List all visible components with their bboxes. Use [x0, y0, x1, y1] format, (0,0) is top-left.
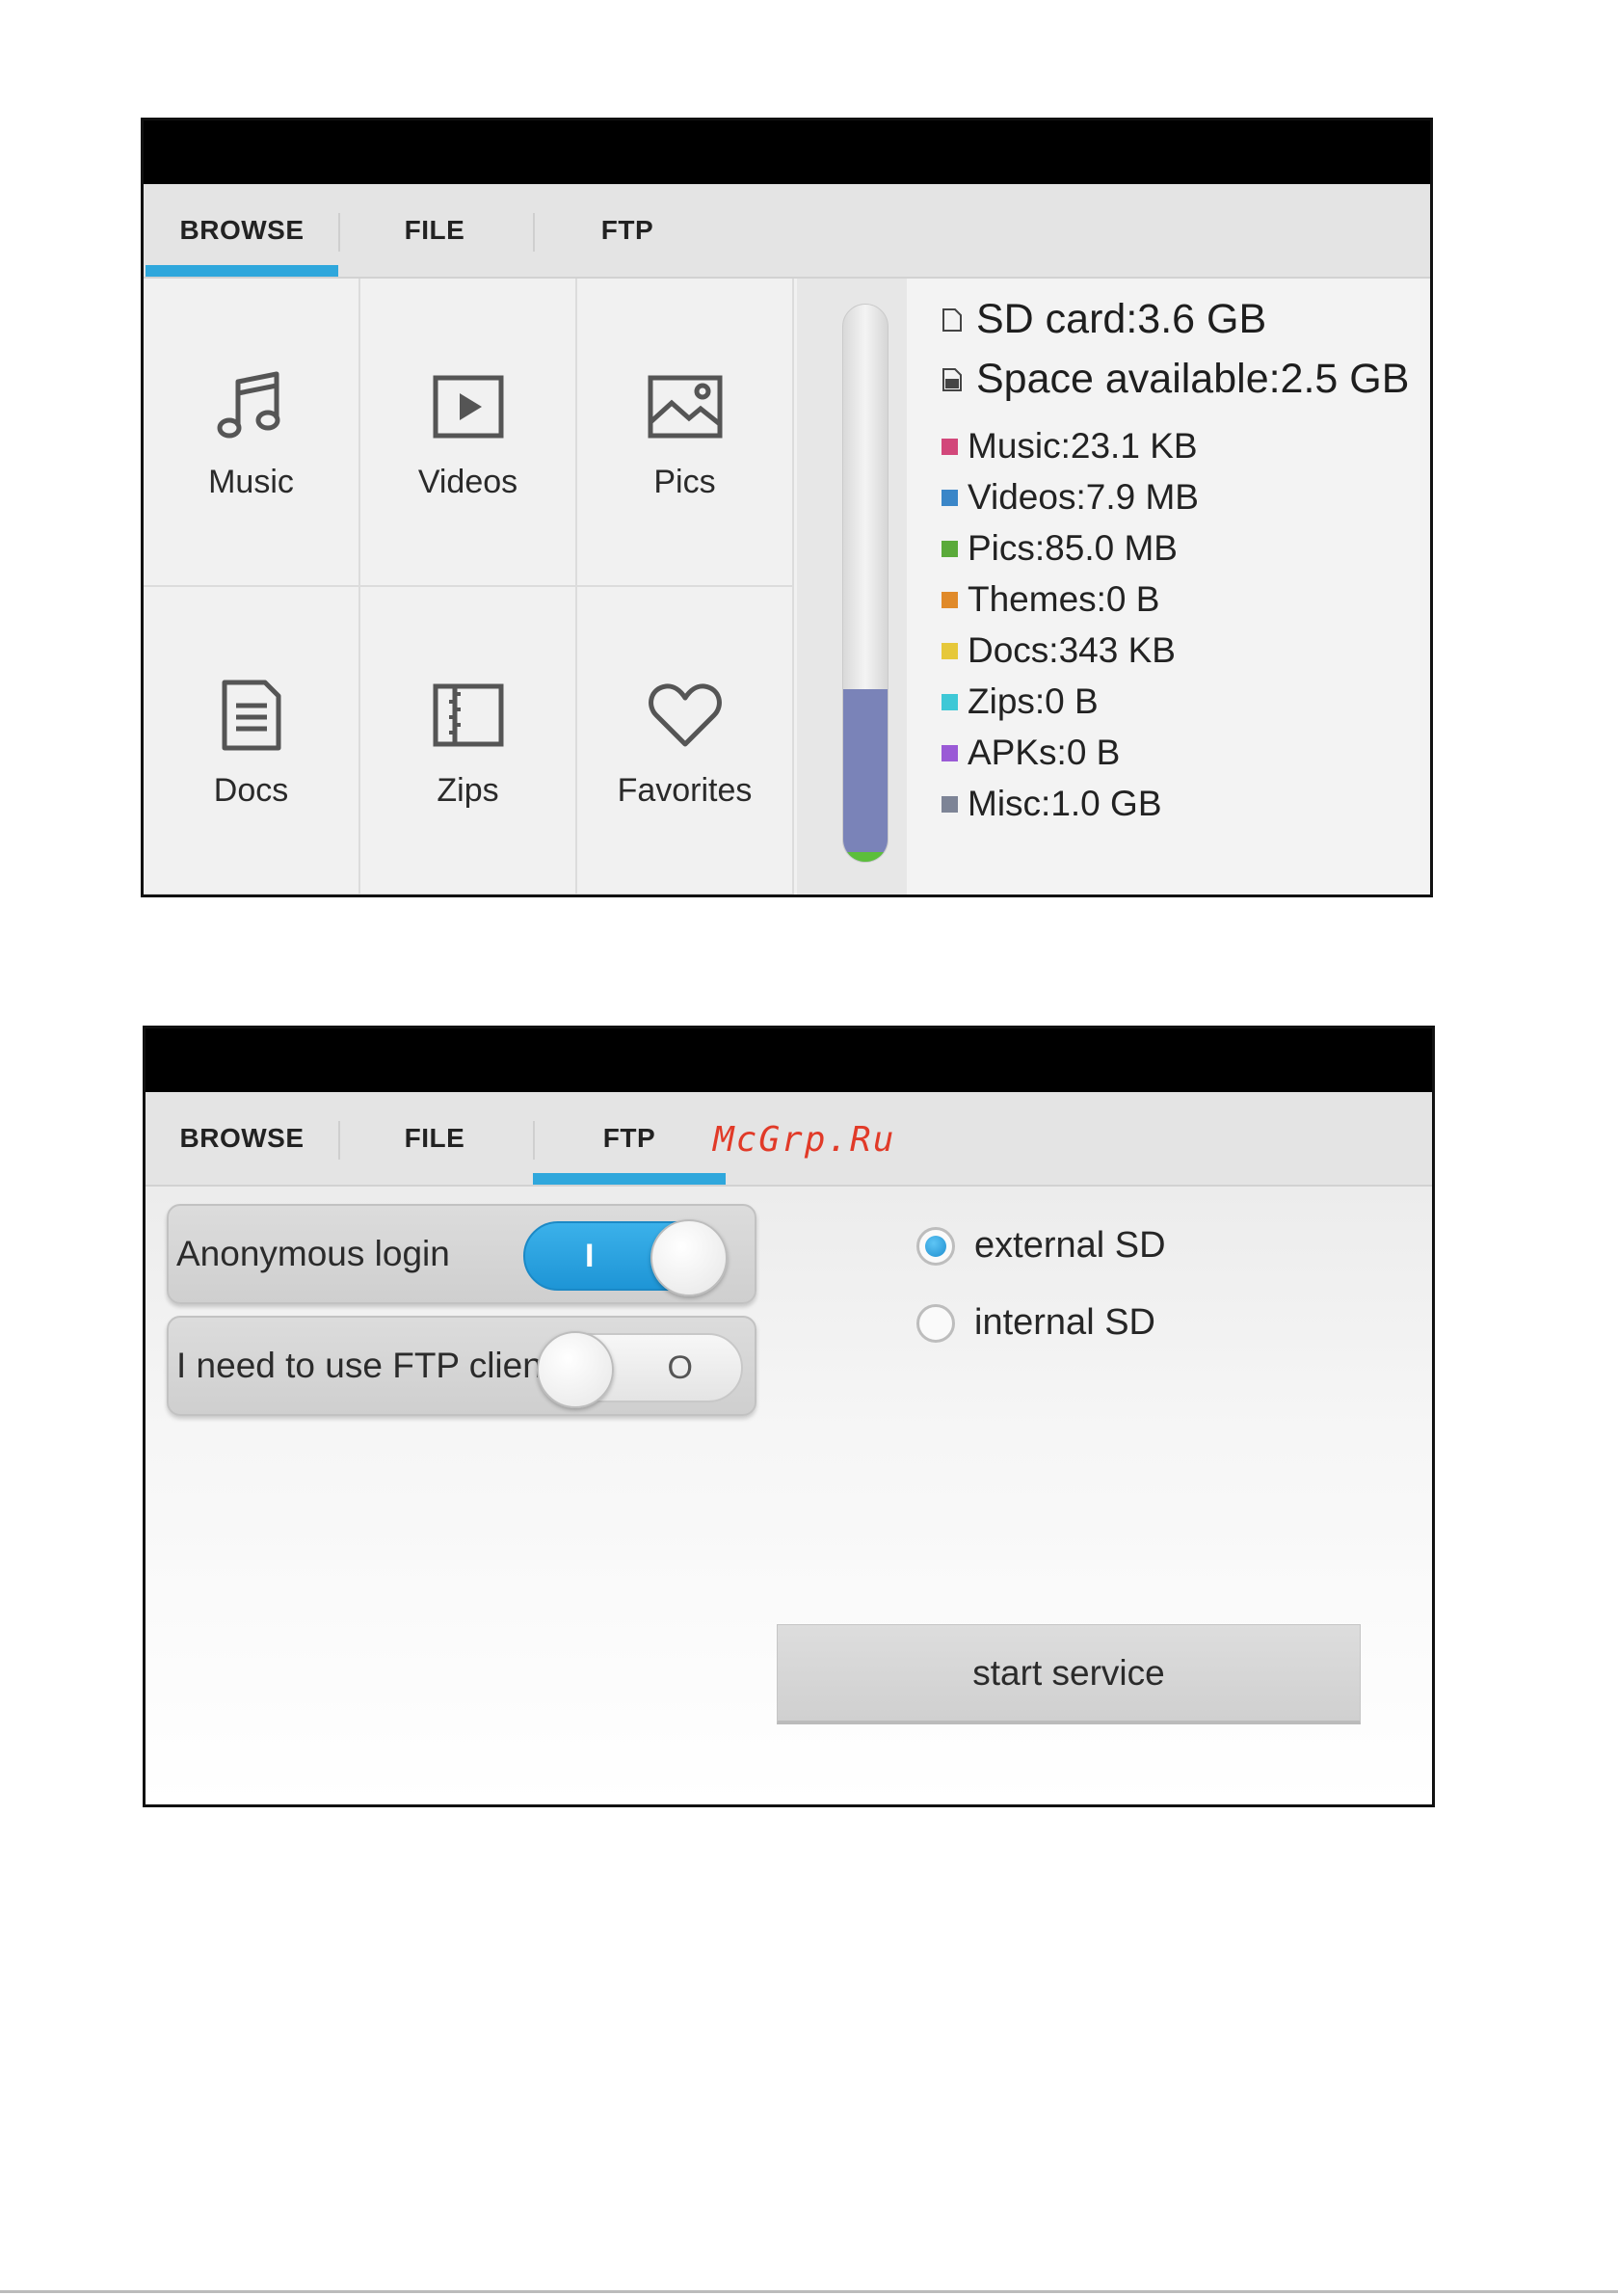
- tab-ftp[interactable]: FTP: [533, 1092, 726, 1185]
- breakdown-label: APKs:0 B: [968, 733, 1121, 772]
- category-grid: Music Videos Pics Docs Zips Favorites: [144, 279, 797, 894]
- ftp-client-switch[interactable]: O: [537, 1331, 743, 1408]
- legend-swatch: [942, 744, 958, 761]
- category-label: Pics: [653, 463, 716, 500]
- storage-usage-bar: [842, 304, 889, 863]
- breakdown-item-misc: Misc:1.0 GB: [942, 784, 1162, 824]
- legend-swatch: [942, 693, 958, 710]
- category-pics[interactable]: Pics: [577, 279, 794, 587]
- anonymous-login-label: Anonymous login: [176, 1234, 450, 1273]
- document-icon: [208, 672, 295, 759]
- tab-ftp[interactable]: FTP: [531, 184, 724, 277]
- picture-icon: [642, 363, 729, 450]
- switch-knob[interactable]: [650, 1219, 728, 1296]
- breakdown-label: Music:23.1 KB: [968, 426, 1198, 466]
- page-bottom-rule: [0, 2290, 1618, 2293]
- ftp-settings-panel: Anonymous login I I need to use FTP clie…: [146, 1187, 1432, 1804]
- space-available-row: Space available:2.5 GB: [942, 356, 1409, 403]
- category-docs[interactable]: Docs: [144, 587, 360, 894]
- category-label: Music: [208, 463, 294, 500]
- switch-knob[interactable]: [537, 1331, 614, 1408]
- radio-button[interactable]: [916, 1303, 955, 1343]
- legend-swatch: [942, 795, 958, 813]
- category-favorites[interactable]: Favorites: [577, 587, 794, 894]
- breakdown-label: Pics:85.0 MB: [968, 528, 1178, 568]
- switch-on-mark: I: [585, 1237, 595, 1274]
- start-service-button[interactable]: start service: [777, 1624, 1361, 1724]
- browse-screenshot: BROWSE FILE FTP Music Videos Pics Docs Z…: [141, 118, 1433, 897]
- ftp-client-label: I need to use FTP client: [176, 1346, 553, 1385]
- video-icon: [425, 363, 512, 450]
- breakdown-label: Videos:7.9 MB: [968, 477, 1199, 517]
- sd-card-row: SD card:3.6 GB: [942, 296, 1266, 343]
- category-music[interactable]: Music: [144, 279, 360, 587]
- tab-file[interactable]: FILE: [338, 1092, 531, 1185]
- category-label: Videos: [417, 463, 518, 500]
- breakdown-item-videos: Videos:7.9 MB: [942, 477, 1199, 518]
- storage-info: SD card:3.6 GB Space available:2.5 GB Mu…: [907, 279, 1430, 894]
- tab-bar: BROWSE FILE FTP: [144, 184, 1430, 279]
- legend-swatch: [942, 438, 958, 455]
- anonymous-login-switch[interactable]: I: [523, 1219, 728, 1296]
- legend-swatch: [942, 591, 958, 608]
- radio-label: external SD: [974, 1225, 1166, 1266]
- radio-external-sd[interactable]: external SD: [916, 1225, 1166, 1267]
- anonymous-login-row: Anonymous login I: [167, 1204, 756, 1304]
- status-bar: [144, 120, 1430, 184]
- storage-gauge-column: [797, 279, 907, 894]
- breakdown-label: Docs:343 KB: [968, 630, 1176, 670]
- storage-usage-fill: [843, 688, 888, 862]
- sd-card-text: SD card:3.6 GB: [976, 296, 1267, 342]
- zip-icon: [425, 672, 512, 759]
- radio-internal-sd[interactable]: internal SD: [916, 1302, 1155, 1344]
- breakdown-item-themes: Themes:0 B: [942, 579, 1159, 620]
- category-videos[interactable]: Videos: [360, 279, 577, 587]
- space-available-text: Space available:2.5 GB: [976, 356, 1410, 402]
- sd-card-filled-icon: [942, 367, 962, 391]
- tab-browse[interactable]: BROWSE: [146, 184, 338, 277]
- category-zips[interactable]: Zips: [360, 587, 577, 894]
- breakdown-item-pics: Pics:85.0 MB: [942, 528, 1178, 569]
- legend-swatch: [942, 489, 958, 506]
- status-bar: [146, 1028, 1432, 1092]
- legend-swatch: [942, 540, 958, 557]
- category-label: Zips: [437, 771, 499, 809]
- tab-file[interactable]: FILE: [338, 184, 531, 277]
- breakdown-item-docs: Docs:343 KB: [942, 630, 1176, 671]
- breakdown-item-zips: Zips:0 B: [942, 681, 1099, 722]
- legend-swatch: [942, 642, 958, 659]
- breakdown-label: Zips:0 B: [968, 681, 1099, 721]
- ftp-client-row: I need to use FTP client O: [167, 1316, 756, 1416]
- sd-card-icon: [942, 307, 962, 332]
- switch-off-mark: O: [667, 1348, 693, 1386]
- storage-usage-tip: [843, 852, 888, 862]
- tab-browse[interactable]: BROWSE: [146, 1092, 338, 1185]
- breakdown-item-music: Music:23.1 KB: [942, 426, 1198, 467]
- music-icon: [208, 363, 295, 450]
- category-label: Favorites: [617, 771, 753, 809]
- heart-icon: [642, 672, 729, 759]
- watermark-text: McGrp.Ru: [713, 1120, 896, 1160]
- breakdown-item-apks: APKs:0 B: [942, 733, 1120, 773]
- category-label: Docs: [213, 771, 289, 809]
- radio-button-checked[interactable]: [916, 1226, 955, 1266]
- radio-label: internal SD: [974, 1302, 1155, 1343]
- breakdown-label: Misc:1.0 GB: [968, 784, 1162, 823]
- breakdown-label: Themes:0 B: [968, 579, 1160, 619]
